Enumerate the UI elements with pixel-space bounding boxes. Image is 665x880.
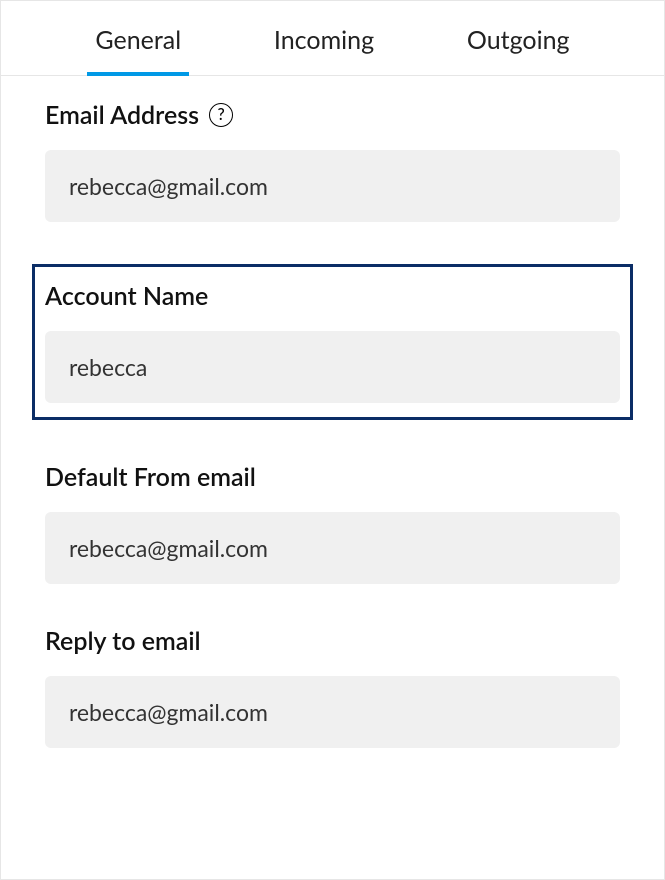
label-row: Default From email [45, 462, 620, 492]
tab-general[interactable]: General [95, 25, 181, 75]
account-name-input[interactable] [45, 331, 620, 403]
reply-to-input[interactable] [45, 676, 620, 748]
tab-outgoing[interactable]: Outgoing [467, 25, 570, 75]
tab-bar: General Incoming Outgoing [1, 1, 664, 76]
default-from-input[interactable] [45, 512, 620, 584]
email-address-label: Email Address [45, 100, 199, 130]
form-area: Email Address ? Account Name Default Fro… [1, 76, 664, 748]
email-address-input[interactable] [45, 150, 620, 222]
default-from-label: Default From email [45, 462, 256, 492]
reply-to-label: Reply to email [45, 626, 201, 656]
label-row: Email Address ? [45, 100, 620, 130]
field-account-name: Account Name [32, 264, 633, 420]
label-row: Reply to email [45, 626, 620, 656]
label-row: Account Name [45, 281, 620, 311]
settings-panel: General Incoming Outgoing Email Address … [0, 0, 665, 880]
field-reply-to: Reply to email [45, 626, 620, 748]
field-default-from: Default From email [45, 462, 620, 584]
field-email-address: Email Address ? [45, 100, 620, 222]
account-name-label: Account Name [45, 281, 208, 311]
tab-incoming[interactable]: Incoming [274, 25, 374, 75]
help-icon[interactable]: ? [209, 103, 233, 127]
